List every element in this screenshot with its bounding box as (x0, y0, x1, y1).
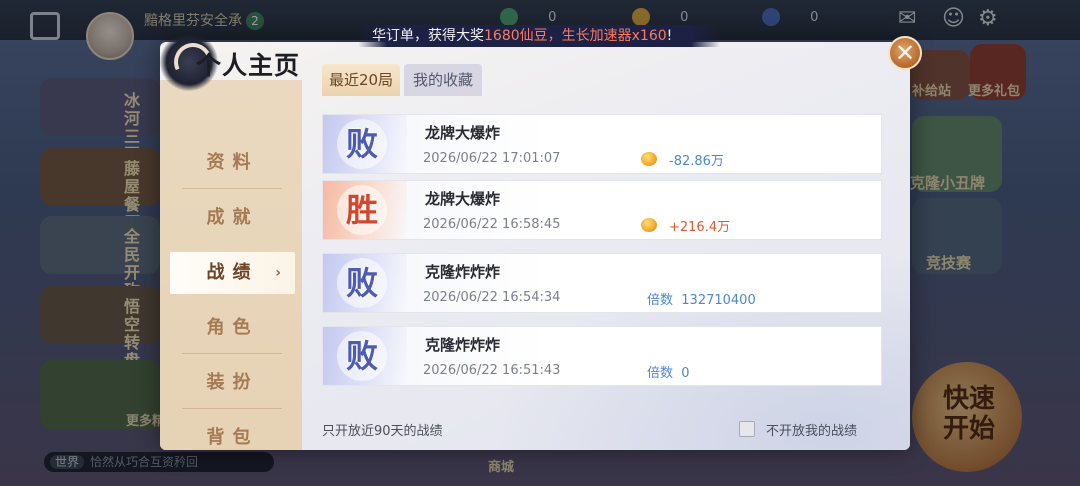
sidebar-item-label: 战绩 (206, 262, 259, 283)
player-level-badge: 2 (246, 12, 264, 30)
hide-records-checkbox[interactable] (739, 421, 755, 437)
tab-recent-20[interactable]: 最近20局 (322, 64, 400, 96)
game-name: 克隆炸炸炸 (425, 263, 501, 281)
sidebar-item-characters[interactable]: 角色 (170, 307, 295, 349)
sidebar-item-label: 背包 (206, 427, 259, 448)
sidebar-item-label: 角色 (206, 317, 259, 338)
resource-counter[interactable]: 0 (762, 8, 818, 28)
multiplier-label: 倍数 (647, 366, 674, 381)
record-row[interactable]: 败 克隆炸炸炸 2026/06/22 16:54:34 倍数 132710400 (322, 253, 882, 313)
tile-label: 克隆小丑牌 (910, 174, 986, 192)
sidebar-item-achievements[interactable]: 成就 (170, 197, 295, 239)
record-row[interactable]: 胜 龙牌大爆炸 2026/06/22 16:58:45 +216.4万 (322, 180, 882, 240)
multiplier-value: 倍数 132710400 (647, 289, 756, 308)
profile-panel: 资料 成就 战绩 › 角色 装扮 背包 (160, 42, 910, 450)
chevron-right-icon: › (275, 265, 281, 281)
tile-label: 竞技赛 (926, 254, 972, 272)
game-time: 2026/06/22 16:51:43 (423, 363, 561, 378)
profile-sidebar: 资料 成就 战绩 › 角色 装扮 背包 (160, 80, 302, 450)
diamond-icon (762, 8, 780, 26)
sidebar-item-info[interactable]: 资料 (170, 142, 295, 184)
tile-label: 补给站 (912, 84, 952, 99)
sidebar-item-label: 资料 (206, 152, 259, 173)
avatar[interactable] (86, 12, 134, 60)
announcement-text: ! (666, 28, 673, 44)
result-badge: 胜 (323, 181, 407, 239)
multiplier-number: 0 (681, 366, 690, 381)
lose-seal-icon: 败 (337, 119, 387, 169)
tile-label: 更多礼包 (968, 84, 1021, 99)
world-chat[interactable]: 世界 恰然从巧合互资矜回 (44, 452, 274, 472)
coin-icon (641, 218, 657, 232)
score-delta: +216.4万 (669, 220, 731, 235)
result-badge: 败 (323, 115, 407, 173)
bean-icon (500, 8, 518, 26)
player-name-text: 黯格里芬安全承 (144, 13, 242, 29)
close-icon: ✕ (894, 39, 916, 67)
announcement-text: 华订单，获得大奖 (372, 28, 484, 44)
sidebar-item-outfits[interactable]: 装扮 (170, 362, 295, 404)
gold-coin-icon (632, 8, 650, 26)
win-seal-icon: 胜 (337, 185, 387, 235)
service-icon[interactable]: ☺ (942, 6, 965, 31)
lose-seal-icon: 败 (337, 258, 387, 308)
player-name: 黯格里芬安全承 2 (144, 10, 264, 30)
multiplier-label: 倍数 (647, 293, 674, 308)
settings-gear-icon[interactable]: ⚙ (978, 6, 998, 31)
resource-value: 0 (680, 9, 689, 25)
page-title: 个人主页 (196, 51, 301, 80)
resource-value: 0 (810, 9, 819, 25)
game-name: 龙牌大爆炸 (425, 124, 501, 142)
multiplier-value: 倍数 0 (647, 362, 690, 381)
quick-start-label: 快速开始 (942, 384, 995, 444)
chat-message: 恰然从巧合互资矜回 (90, 455, 199, 469)
record-row[interactable]: 败 克隆炸炸炸 2026/06/22 16:51:43 倍数 0 (322, 326, 882, 386)
coin-icon (641, 152, 657, 166)
divider (182, 408, 282, 409)
result-badge: 败 (323, 327, 407, 385)
lose-seal-icon: 败 (337, 331, 387, 381)
game-name: 龙牌大爆炸 (425, 190, 501, 208)
divider (182, 353, 282, 354)
close-button[interactable]: ✕ (888, 36, 922, 70)
score-delta: -82.86万 (669, 154, 724, 169)
chat-channel-tag: 世界 (50, 455, 85, 469)
quick-start-button[interactable]: 快速开始 (912, 362, 1022, 472)
game-time: 2026/06/22 16:58:45 (423, 217, 561, 232)
tab-favorites[interactable]: 我的收藏 (404, 64, 482, 96)
sidebar-item-label: 装扮 (206, 372, 259, 393)
sidebar-item-records[interactable]: 战绩 › (170, 252, 295, 294)
sidebar-item-label: 成就 (206, 207, 259, 228)
game-time: 2026/06/22 16:54:34 (423, 290, 561, 305)
result-badge: 败 (323, 254, 407, 312)
announcement-highlight: 1680仙豆，生长加速器x160 (484, 28, 667, 44)
nav-shop[interactable]: 商城 (488, 456, 514, 475)
home-icon[interactable] (30, 12, 60, 40)
mail-icon[interactable]: ✉ (898, 6, 916, 31)
resource-value: 0 (548, 9, 557, 25)
divider (182, 188, 282, 189)
announcement-ticker: 华订单，获得大奖1680仙豆，生长加速器x160! (358, 25, 720, 47)
game-name: 克隆炸炸炸 (425, 336, 501, 354)
records-footnote: 只开放近90天的战绩 (322, 424, 443, 439)
multiplier-number: 132710400 (681, 293, 756, 308)
hide-records-label[interactable]: 不开放我的战绩 (766, 420, 857, 439)
game-time: 2026/06/22 17:01:07 (423, 151, 561, 166)
record-row[interactable]: 败 龙牌大爆炸 2026/06/22 17:01:07 -82.86万 (322, 114, 882, 174)
sidebar-item-backpack[interactable]: 背包 (170, 417, 295, 450)
